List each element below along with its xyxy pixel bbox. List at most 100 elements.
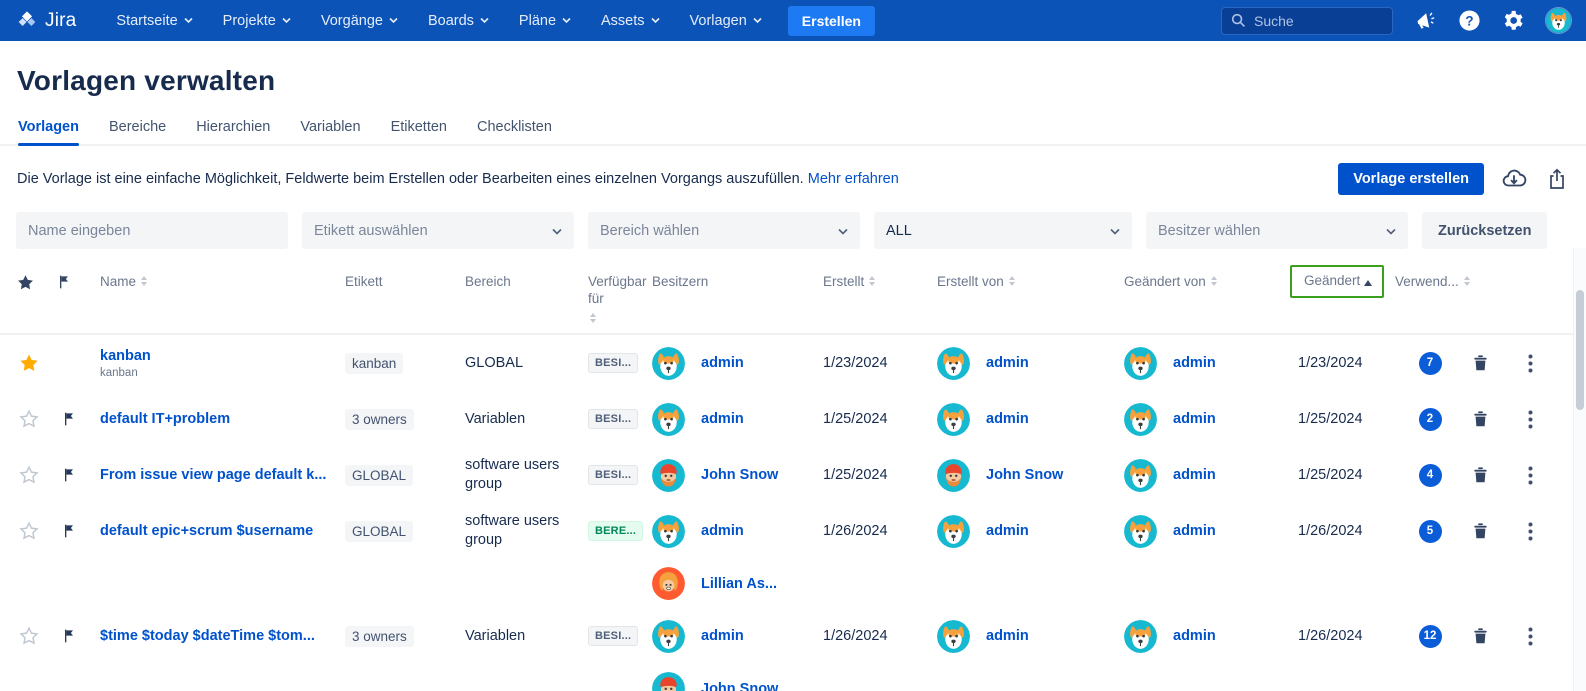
- template-name-link[interactable]: kanban: [100, 348, 345, 364]
- help-icon[interactable]: ?: [1457, 9, 1481, 33]
- tab-bereiche[interactable]: Bereiche: [109, 119, 166, 144]
- usage-count-badge[interactable]: 7: [1418, 351, 1442, 375]
- user-link[interactable]: Lillian As...: [701, 576, 777, 592]
- delete-trash-icon[interactable]: [1465, 621, 1495, 651]
- filter-all-select[interactable]: ALL: [874, 212, 1132, 249]
- column-header-besitzern[interactable]: Besitzern: [652, 269, 810, 290]
- flag-icon[interactable]: [56, 518, 82, 544]
- favorite-star-icon[interactable]: [16, 623, 42, 649]
- user-link[interactable]: John Snow: [986, 467, 1063, 483]
- menu-vorgaenge[interactable]: Vorgänge: [321, 13, 398, 29]
- column-header-name[interactable]: Name: [100, 269, 345, 290]
- user-link[interactable]: admin: [1173, 411, 1216, 427]
- column-header-erstellt[interactable]: Erstellt: [810, 269, 925, 290]
- usage-count-badge[interactable]: 2: [1418, 407, 1442, 431]
- user-link[interactable]: admin: [986, 628, 1029, 644]
- user-link[interactable]: admin: [986, 523, 1029, 539]
- filter-scope-select[interactable]: Bereich wählen: [588, 212, 860, 249]
- announcements-icon[interactable]: [1413, 9, 1437, 33]
- user-link[interactable]: John Snow: [701, 467, 778, 483]
- flag-column-header-flag-icon[interactable]: [56, 269, 100, 291]
- scrollbar-thumb[interactable]: [1576, 290, 1584, 410]
- filter-label-select[interactable]: Etikett auswählen: [302, 212, 574, 249]
- favorite-star-icon[interactable]: [16, 518, 42, 544]
- delete-trash-icon[interactable]: [1465, 516, 1495, 546]
- search-box[interactable]: [1221, 6, 1393, 35]
- jira-logo[interactable]: Jira: [16, 10, 76, 32]
- favorite-star-icon[interactable]: [16, 462, 42, 488]
- flag-icon[interactable]: [56, 623, 82, 649]
- menu-projekte[interactable]: Projekte: [223, 13, 291, 29]
- kebab-menu-icon[interactable]: [1515, 621, 1545, 651]
- search-input[interactable]: [1254, 12, 1374, 29]
- user-link[interactable]: John Snow: [701, 681, 778, 691]
- kebab-menu-icon[interactable]: [1515, 460, 1545, 490]
- available-for-badge: BESI...: [588, 465, 639, 485]
- user-link[interactable]: admin: [986, 411, 1029, 427]
- menu-boards[interactable]: Boards: [428, 13, 489, 29]
- tab-checklisten[interactable]: Checklisten: [477, 119, 552, 144]
- label-chip: kanban: [345, 352, 404, 374]
- vertical-scrollbar[interactable]: [1573, 248, 1586, 691]
- tab-hierarchien[interactable]: Hierarchien: [196, 119, 270, 144]
- usage-count-badge[interactable]: 4: [1418, 463, 1442, 487]
- column-header-verfuegbar-fuer[interactable]: Verfügbar für: [588, 269, 652, 323]
- user-link[interactable]: admin: [1173, 467, 1216, 483]
- filter-name[interactable]: [16, 212, 288, 249]
- user-link[interactable]: admin: [701, 628, 744, 644]
- user-link[interactable]: admin: [701, 411, 744, 427]
- usage-count-badge[interactable]: 12: [1418, 624, 1442, 648]
- reset-filters-button[interactable]: Zurücksetzen: [1422, 212, 1548, 249]
- chevron-down-icon: [1386, 223, 1396, 239]
- tab-etiketten[interactable]: Etiketten: [391, 119, 447, 144]
- usage-count-badge[interactable]: 5: [1418, 519, 1442, 543]
- avatar-dog-icon: [652, 346, 685, 380]
- user-link[interactable]: admin: [1173, 523, 1216, 539]
- delete-trash-icon[interactable]: [1465, 404, 1495, 434]
- kebab-menu-icon[interactable]: [1515, 404, 1545, 434]
- export-icon[interactable]: [1544, 166, 1570, 192]
- user-avatar[interactable]: [1545, 7, 1572, 34]
- template-name-link[interactable]: default IT+problem: [100, 411, 345, 427]
- column-header-bereich[interactable]: Bereich: [465, 269, 588, 290]
- name-filter-input[interactable]: [28, 222, 276, 239]
- tab-vorlagen[interactable]: Vorlagen: [18, 119, 79, 146]
- tab-variablen[interactable]: Variablen: [300, 119, 360, 144]
- filter-owner-select[interactable]: Besitzer wählen: [1146, 212, 1408, 249]
- template-name-link[interactable]: default epic+scrum $username: [100, 523, 345, 539]
- menu-assets[interactable]: Assets: [601, 13, 660, 29]
- delete-trash-icon[interactable]: [1465, 348, 1495, 378]
- settings-gear-icon[interactable]: [1501, 9, 1525, 33]
- avatar-woman-icon: [652, 567, 685, 600]
- kebab-menu-icon[interactable]: [1515, 348, 1545, 378]
- user-link[interactable]: admin: [1173, 628, 1216, 644]
- delete-trash-icon[interactable]: [1465, 460, 1495, 490]
- create-button[interactable]: Erstellen: [787, 5, 875, 36]
- learn-more-link[interactable]: Mehr erfahren: [808, 171, 899, 187]
- user-link[interactable]: admin: [701, 523, 744, 539]
- modified-date: 1/23/2024: [1298, 355, 1363, 371]
- column-header-geaendert[interactable]: Geändert: [1290, 265, 1395, 298]
- menu-plaene[interactable]: Pläne: [519, 13, 571, 29]
- table-row: kanban kanban kanban GLOBAL BESI... admin 1/23…: [0, 335, 1586, 391]
- flag-icon[interactable]: [56, 462, 82, 488]
- column-header-geaendert-von[interactable]: Geändert von: [1112, 269, 1290, 290]
- create-template-button[interactable]: Vorlage erstellen: [1338, 163, 1484, 195]
- user-link[interactable]: admin: [701, 355, 744, 371]
- template-name-link[interactable]: $time $today $dateTime $tom...: [100, 628, 345, 644]
- column-header-verwendet[interactable]: Verwend...: [1395, 269, 1470, 290]
- kebab-menu-icon[interactable]: [1515, 516, 1545, 546]
- import-cloud-icon[interactable]: [1501, 166, 1527, 192]
- favorite-column-header-star-icon[interactable]: [16, 269, 56, 292]
- menu-vorlagen[interactable]: Vorlagen: [690, 13, 762, 29]
- avatar-dog-icon: [1124, 458, 1157, 492]
- menu-startseite[interactable]: Startseite: [116, 13, 193, 29]
- user-link[interactable]: admin: [1173, 355, 1216, 371]
- favorite-star-icon[interactable]: [16, 406, 42, 432]
- flag-icon[interactable]: [56, 406, 82, 432]
- template-name-link[interactable]: From issue view page default k...: [100, 467, 345, 483]
- user-link[interactable]: admin: [986, 355, 1029, 371]
- column-header-etikett[interactable]: Etikett: [345, 269, 465, 290]
- column-header-erstellt-von[interactable]: Erstellt von: [925, 269, 1112, 290]
- favorite-star-icon[interactable]: [16, 350, 42, 376]
